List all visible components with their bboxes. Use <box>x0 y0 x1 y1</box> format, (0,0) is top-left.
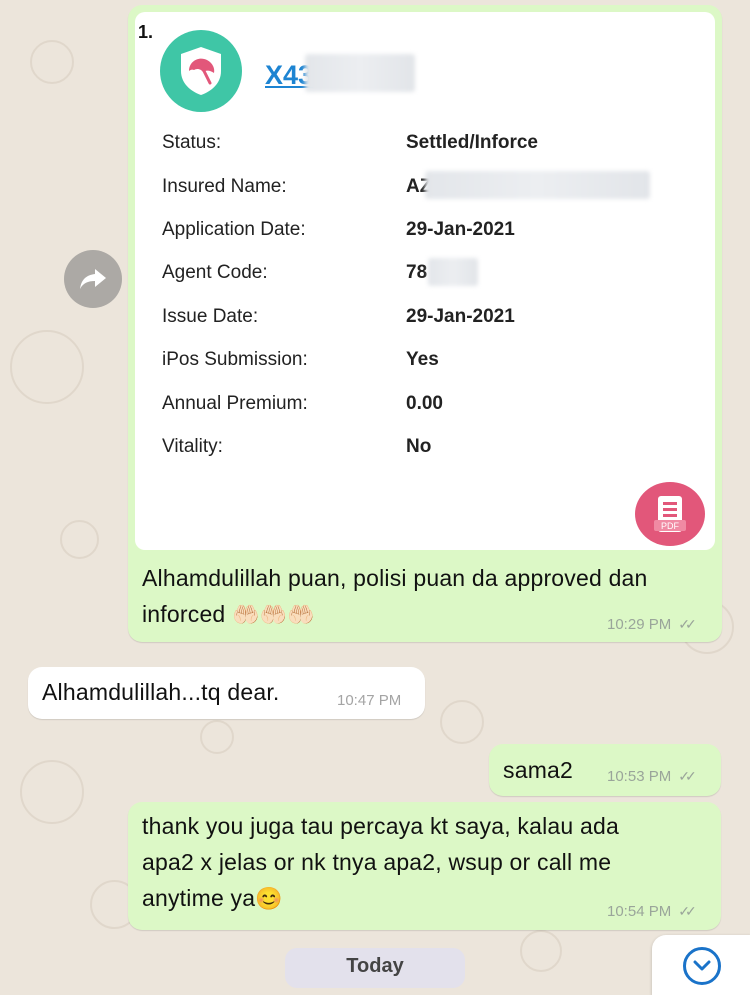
agent-code-redaction <box>428 258 478 286</box>
ipos-submission-label: iPos Submission: <box>162 349 308 370</box>
issue-date-label: Issue Date: <box>162 306 259 327</box>
application-date-value: 29-Jan-2021 <box>406 219 515 240</box>
policy-index: 1. <box>138 22 154 42</box>
date-separator: Today <box>285 948 465 988</box>
insured-name-label: Insured Name: <box>162 176 287 197</box>
insurer-logo <box>160 30 242 112</box>
pdf-button[interactable]: PDF <box>635 482 705 546</box>
timestamp: 10:53 PM <box>607 768 672 785</box>
shield-umbrella-icon <box>181 47 221 95</box>
vitality-label: Vitality: <box>162 436 223 457</box>
read-ticks-icon: ✓✓ <box>678 616 697 632</box>
message-text: thank you juga tau percaya kt saya, kala… <box>142 813 619 911</box>
smile-emoji: 😊 <box>255 886 283 911</box>
pdf-label: PDF <box>661 521 680 531</box>
annual-premium-value: 0.00 <box>406 393 443 414</box>
timestamp: 10:54 PM <box>607 903 672 920</box>
message-text: sama2 <box>503 757 574 783</box>
message-text: Alhamdulillah puan, polisi puan da appro… <box>142 565 648 627</box>
chevron-down-icon <box>683 947 721 985</box>
timestamp: 10:47 PM <box>337 692 402 709</box>
annual-premium-label: Annual Premium: <box>162 393 308 414</box>
raised-hands-emoji: 🤲🏻🤲🏻🤲🏻 <box>232 602 315 627</box>
status-label: Status: <box>162 132 222 153</box>
issue-date-value: 29-Jan-2021 <box>406 306 515 327</box>
forward-arrow-icon <box>80 269 106 289</box>
message-meta: 10:29 PM ✓✓ <box>607 616 697 633</box>
vitality-value: No <box>406 436 432 457</box>
message-meta: 10:53 PM ✓✓ <box>607 768 697 785</box>
message-meta: 10:54 PM ✓✓ <box>607 903 697 920</box>
ipos-submission-value: Yes <box>406 349 439 370</box>
forward-button[interactable] <box>64 250 122 308</box>
status-value: Settled/Inforce <box>406 132 538 153</box>
read-ticks-icon: ✓✓ <box>678 903 697 919</box>
agent-code-value: 78 <box>406 262 428 283</box>
scroll-to-bottom-button[interactable] <box>652 935 750 995</box>
read-ticks-icon: ✓✓ <box>678 768 697 784</box>
message-text: Alhamdulillah...tq dear. <box>42 679 280 705</box>
policy-number-redaction <box>305 54 415 92</box>
policy-card[interactable]: 1. X43 Status: Settled/Inforce Insured N… <box>135 12 715 550</box>
application-date-label: Application Date: <box>162 219 306 240</box>
insured-name-redaction <box>425 171 650 199</box>
agent-code-label: Agent Code: <box>162 262 268 283</box>
timestamp: 10:29 PM <box>607 616 672 633</box>
pdf-document-icon: PDF <box>654 496 686 532</box>
